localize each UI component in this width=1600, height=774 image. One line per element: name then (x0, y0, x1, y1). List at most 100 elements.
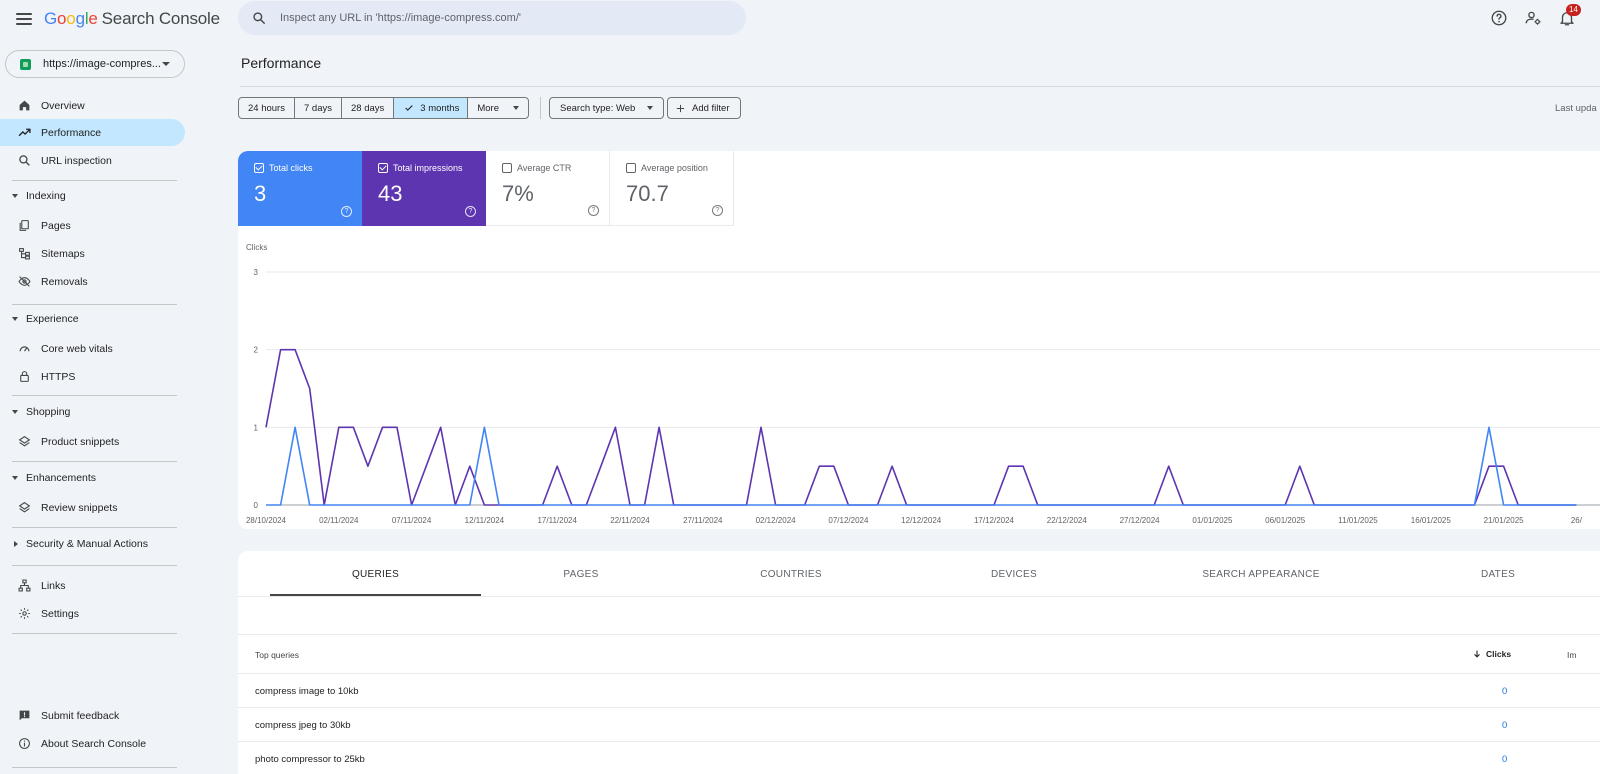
sidebar-item-links[interactable]: Links (0, 572, 185, 599)
date-range-more-button[interactable]: More (468, 98, 528, 118)
layers-icon (18, 435, 31, 448)
top-bar: GoogleSearch Console 14 (0, 0, 1600, 38)
caret-down-icon (12, 317, 18, 321)
help-icon[interactable]: ? (465, 206, 476, 217)
sidebar-item-url-inspection[interactable]: URL inspection (0, 147, 185, 174)
x-tick-label: 12/12/2024 (901, 516, 942, 525)
x-tick-label: 27/12/2024 (1120, 516, 1161, 525)
sidebar-item-product-snippets[interactable]: Product snippets (0, 428, 185, 455)
main-menu-button[interactable] (14, 9, 34, 29)
caret-down-icon (647, 106, 654, 110)
sidebar-section-indexing[interactable]: Indexing (12, 186, 182, 206)
metric-label: Total clicks (269, 163, 313, 173)
x-tick-label: 02/11/2024 (319, 516, 359, 525)
row-clicks: 0 (1502, 720, 1508, 731)
sidebar-section-security[interactable]: Security & Manual Actions (12, 534, 182, 554)
sidebar-item-sitemaps[interactable]: Sitemaps (0, 240, 185, 267)
main-content: Performance 24 hours 7 days 28 days 3 mo… (232, 38, 1600, 774)
links-network-icon (18, 579, 31, 592)
search-icon (18, 154, 31, 167)
metric-average-position[interactable]: Average position 70.7 ? (610, 151, 734, 226)
date-range-24-hours[interactable]: 24 hours (239, 98, 295, 118)
sidebar-item-review-snippets[interactable]: Review snippets (0, 494, 185, 521)
metric-value: 70.7 (626, 181, 669, 206)
row-query: photo compressor to 25kb (255, 754, 365, 765)
caret-down-icon (513, 106, 519, 110)
help-icon[interactable]: ? (588, 205, 599, 216)
notifications-button[interactable]: 14 (1558, 4, 1581, 27)
sidebar-section-experience[interactable]: Experience (12, 309, 182, 329)
date-range-7-days[interactable]: 7 days (295, 98, 342, 118)
column-header-impressions[interactable]: Im (1567, 650, 1576, 660)
sidebar-item-performance[interactable]: Performance (0, 119, 185, 146)
product-logo[interactable]: Google Search Console (44, 9, 220, 29)
notification-badge: 14 (1566, 4, 1581, 16)
tab-devices[interactable]: DEVICES (914, 551, 1114, 597)
logo-letter: o (57, 9, 67, 28)
tab-pages[interactable]: PAGES (481, 551, 681, 597)
performance-chart-card: Total clicks 3 ? Total impressions 43 ? … (238, 151, 1600, 529)
tab-search-appearance[interactable]: SEARCH APPEARANCE (1156, 551, 1366, 597)
help-icon[interactable]: ? (341, 206, 352, 217)
sidebar-item-pages[interactable]: Pages (0, 212, 185, 239)
speed-gauge-icon (18, 342, 31, 355)
column-header-label: Clicks (1486, 649, 1512, 659)
search-type-dropdown[interactable]: Search type: Web (549, 97, 665, 119)
column-header-clicks[interactable]: Clicks (1472, 649, 1511, 659)
sidebar-item-submit-feedback[interactable]: Submit feedback (0, 702, 185, 729)
sidebar-item-https[interactable]: HTTPS (0, 363, 185, 390)
sidebar-section-enhancements[interactable]: Enhancements (12, 468, 182, 488)
metric-value: 7% (502, 181, 534, 206)
x-tick-label: 28/10/2024 (246, 516, 287, 525)
add-filter-button[interactable]: Add filter (667, 97, 741, 119)
tab-dates[interactable]: DATES (1418, 551, 1578, 597)
manage-users-icon[interactable] (1524, 9, 1542, 27)
table-row[interactable]: compress jpeg to 30kb 0 (238, 708, 1600, 742)
logo-letter: o (66, 9, 76, 28)
date-range-selector: 24 hours 7 days 28 days 3 months More (238, 97, 529, 119)
date-range-3-months[interactable]: 3 months (394, 98, 469, 118)
sidebar-item-overview[interactable]: Overview (0, 92, 185, 119)
x-tick-label: 11/01/2025 (1338, 516, 1378, 525)
date-range-label: 7 days (303, 102, 332, 114)
sidebar-item-core-web-vitals[interactable]: Core web vitals (0, 335, 185, 362)
tab-countries[interactable]: COUNTRIES (691, 551, 891, 597)
caret-down-icon (12, 476, 18, 480)
metric-total-clicks[interactable]: Total clicks 3 ? (238, 151, 362, 226)
caret-right-icon (14, 541, 18, 547)
logo-letter: e (88, 9, 98, 28)
url-inspect-input[interactable] (280, 12, 710, 24)
date-range-label: 28 days (350, 102, 385, 114)
x-tick-label: 21/01/2025 (1484, 516, 1525, 525)
metric-total-impressions[interactable]: Total impressions 43 ? (362, 151, 486, 226)
property-selector[interactable]: https://image-compres... (5, 50, 185, 78)
series-line-clicks (266, 426, 1577, 506)
sidebar-item-settings[interactable]: Settings (0, 600, 185, 627)
logo-letter: g (75, 9, 85, 28)
url-inspect-search[interactable] (238, 1, 746, 35)
sidebar-section-shopping[interactable]: Shopping (12, 402, 182, 422)
row-clicks: 0 (1502, 686, 1508, 697)
sidebar-item-label: Links (41, 579, 66, 592)
section-label: Shopping (26, 406, 71, 418)
column-header-query: Top queries (255, 650, 299, 660)
metric-label: Average CTR (517, 163, 572, 173)
property-url: https://image-compres... (43, 58, 161, 70)
sidebar-item-label: Core web vitals (41, 342, 113, 355)
sidebar-item-about[interactable]: About Search Console (0, 730, 185, 757)
help-icon[interactable] (1490, 9, 1508, 27)
gear-icon (18, 607, 31, 620)
x-tick-label: 22/11/2024 (610, 516, 650, 525)
table-row[interactable]: photo compressor to 25kb 0 (238, 742, 1600, 774)
tab-queries[interactable]: QUERIES (270, 551, 481, 597)
date-range-28-days[interactable]: 28 days (342, 98, 395, 118)
top-actions: 14 (1490, 0, 1600, 36)
metric-label: Average position (641, 163, 708, 173)
sidebar-item-removals[interactable]: Removals (0, 268, 185, 295)
help-icon[interactable]: ? (712, 205, 723, 216)
x-tick-label: 27/11/2024 (683, 516, 723, 525)
add-filter-label: Add filter (692, 102, 730, 114)
section-label: Experience (26, 313, 79, 325)
table-row[interactable]: compress image to 10kb 0 (238, 674, 1600, 708)
metric-average-ctr[interactable]: Average CTR 7% ? (486, 151, 610, 226)
